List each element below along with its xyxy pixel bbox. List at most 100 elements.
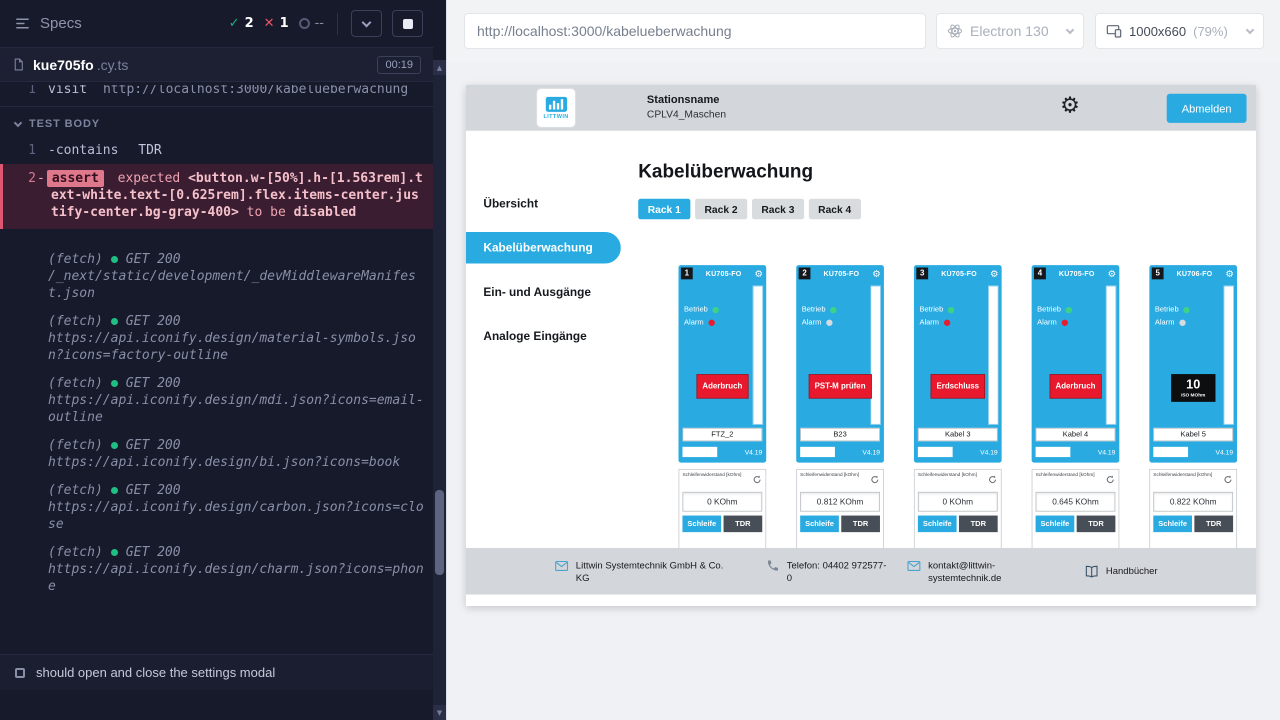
schleife-button[interactable]: Schleife: [918, 516, 957, 533]
tdr-button[interactable]: TDR: [1194, 516, 1233, 533]
measurement-panel: Schleifenwiderstand [kOhm] 0.645 KOhm Sc…: [1032, 469, 1120, 556]
alarm-led: [708, 319, 714, 325]
pending-stat: --: [299, 16, 324, 31]
manuals-label: Handbücher: [1106, 564, 1158, 577]
gear-icon[interactable]: ⚙: [872, 269, 881, 278]
schleife-button[interactable]: Schleife: [682, 516, 721, 533]
assert-prefix: -: [37, 171, 45, 186]
email-address[interactable]: kontakt@littwin-systemtechnik.de: [928, 558, 1012, 584]
tdr-button[interactable]: TDR: [724, 516, 763, 533]
next-test-row[interactable]: should open and close the settings modal: [0, 654, 433, 690]
refresh-icon[interactable]: [1105, 474, 1115, 488]
visit-url: http://localhost:3000/kabelueberwachung: [103, 85, 408, 97]
tdr-button[interactable]: TDR: [841, 516, 880, 533]
chevron-down-icon: [1246, 25, 1254, 33]
browser-select[interactable]: Electron 130: [936, 13, 1084, 49]
schleife-button[interactable]: Schleife: [800, 516, 839, 533]
gear-icon[interactable]: ⚙: [1108, 269, 1117, 278]
phone-number[interactable]: Telefon: 04402 972577-0: [787, 558, 891, 584]
tab-rack-4[interactable]: Rack 4: [809, 199, 861, 220]
assert-middle: to be: [247, 205, 286, 220]
card-model: KÜ705-FO: [1048, 269, 1105, 277]
gear-icon[interactable]: ⚙: [1225, 269, 1234, 278]
scroll-up-arrow[interactable]: ▲: [433, 60, 446, 75]
reporter-scrollbar[interactable]: ▲ ▼: [433, 60, 446, 720]
card-model: KÜ705-FO: [695, 269, 752, 277]
book-icon: [1085, 564, 1099, 578]
contains-arg: TDR: [138, 143, 161, 158]
assert-message: -assert expected <button.w-[50%].h-[1.56…: [3, 170, 423, 221]
tdr-button[interactable]: TDR: [1077, 516, 1116, 533]
command-visit[interactable]: 1 visit http://localhost:3000/kabelueber…: [0, 85, 433, 99]
nav-item-ein-ausgaenge[interactable]: Ein- und Ausgänge: [466, 276, 621, 308]
device-card-1: 1 KÜ705-FO ⚙ Betrieb Alarm: [679, 265, 767, 556]
fetch-label: (fetch): [48, 437, 103, 454]
refresh-icon[interactable]: [752, 474, 762, 488]
firmware-version: V4.19: [862, 448, 880, 456]
nav-item-analoge-eingaenge[interactable]: Analoge Eingänge: [466, 320, 621, 352]
failed-stat: ✕1: [264, 16, 289, 31]
collapse-button[interactable]: [351, 10, 382, 37]
fetch-log-entry: (fetch)GET 200 https://api.iconify.desig…: [0, 482, 433, 533]
fetch-label: (fetch): [48, 375, 103, 392]
betrieb-led: [1183, 307, 1189, 313]
alarm-led: [1179, 319, 1185, 325]
status-ok-dot: [111, 442, 118, 449]
test-body-section-header[interactable]: TEST BODY: [0, 106, 433, 140]
command-log: 1 visit http://localhost:3000/kabelueber…: [0, 82, 433, 654]
alarm-led: [944, 319, 950, 325]
measurement-panel: Schleifenwiderstand [kOhm] 0.822 KOhm Sc…: [1149, 469, 1237, 556]
refresh-icon[interactable]: [987, 474, 997, 488]
refresh-icon[interactable]: [870, 474, 880, 488]
stop-button[interactable]: [392, 10, 423, 37]
scroll-down-arrow[interactable]: ▼: [433, 705, 446, 720]
kabelueberwachung-app: LITTWIN Stationsname CPLV4_Maschen ⚙ Abm…: [466, 85, 1256, 606]
reporter-bottom-space: [0, 690, 433, 720]
device-card-2: 2 KÜ705-FO ⚙ Betrieb Alarm: [796, 265, 884, 556]
electron-icon: [947, 23, 963, 39]
betrieb-label: Betrieb: [919, 305, 943, 314]
cable-name: Kabel 4: [1036, 428, 1116, 441]
betrieb-label: Betrieb: [1037, 305, 1061, 314]
nav-item-uebersicht[interactable]: Übersicht: [466, 188, 621, 220]
test-body-label: TEST BODY: [29, 116, 100, 133]
indicator-box: [800, 447, 835, 457]
nav-item-kabelueberwachung[interactable]: Kabelüberwachung: [466, 232, 621, 264]
company-name: Littwin Systemtechnik GmbH & Co. KG: [576, 558, 726, 584]
status-ok-dot: [111, 318, 118, 325]
footer-email: kontakt@littwin-systemtechnik.de: [907, 558, 1012, 584]
device-card-4: 4 KÜ705-FO ⚙ Betrieb Alarm: [1032, 265, 1120, 556]
gear-icon[interactable]: ⚙: [755, 269, 764, 278]
spec-row[interactable]: kue705fo .cy.ts 00:19: [0, 48, 433, 82]
measure-label: Schleifenwiderstand [kOhm]: [918, 473, 983, 479]
url-text: http://localhost:3000/kabelueberwachung: [477, 23, 732, 39]
viewport-select[interactable]: 1000x660 (79%): [1095, 13, 1264, 49]
next-test-title: should open and close the settings modal: [36, 665, 275, 680]
specs-button[interactable]: Specs: [14, 15, 82, 32]
url-bar[interactable]: http://localhost:3000/kabelueberwachung: [464, 13, 926, 49]
alarm-label: Alarm: [1037, 318, 1057, 327]
fetch-log-entry: (fetch)GET 200 https://api.iconify.desig…: [0, 313, 433, 364]
rack-tabs: Rack 1 Rack 2 Rack 3 Rack 4: [638, 199, 1256, 220]
logout-button[interactable]: Abmelden: [1167, 94, 1247, 123]
firmware-version: V4.19: [1216, 448, 1234, 456]
alarm-label: Alarm: [919, 318, 939, 327]
scrollbar-thumb[interactable]: [435, 490, 444, 575]
schleife-button[interactable]: Schleife: [1153, 516, 1192, 533]
tab-rack-3[interactable]: Rack 3: [752, 199, 804, 220]
settings-gear-icon[interactable]: ⚙: [1060, 94, 1080, 116]
viewport-icon: [1106, 23, 1122, 39]
refresh-icon[interactable]: [1223, 474, 1233, 488]
measurement-panel: Schleifenwiderstand [kOhm] 0 KOhm Schlei…: [679, 469, 767, 556]
tab-rack-2[interactable]: Rack 2: [695, 199, 747, 220]
fetch-label: (fetch): [48, 544, 103, 561]
gear-icon[interactable]: ⚙: [990, 269, 999, 278]
footer-manuals[interactable]: Handbücher: [1085, 564, 1158, 578]
tab-rack-1[interactable]: Rack 1: [638, 199, 690, 220]
schleife-button[interactable]: Schleife: [1036, 516, 1075, 533]
alarm-label: Alarm: [802, 318, 822, 327]
failed-assert-entry[interactable]: 2 -assert expected <button.w-[50%].h-[1.…: [0, 164, 433, 229]
tdr-button[interactable]: TDR: [959, 516, 998, 533]
cable-name: Kabel 5: [1153, 428, 1233, 441]
command-contains[interactable]: 1 -contains TDR: [0, 140, 433, 161]
